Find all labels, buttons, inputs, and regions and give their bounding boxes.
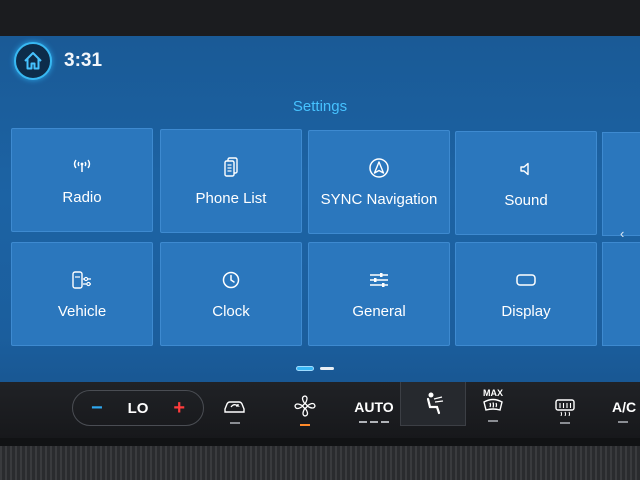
tile-sound[interactable]: Sound (455, 131, 597, 235)
tile-phone-list[interactable]: Phone List (160, 129, 302, 233)
car-recirculation-icon (224, 401, 245, 413)
tile-radio[interactable]: Radio (11, 128, 153, 232)
rear-defrost-button[interactable] (550, 388, 580, 432)
rear-defrost-icon (555, 399, 575, 416)
tile-label: General (352, 302, 406, 320)
tile-label: SYNC Navigation (320, 190, 438, 208)
fan-indicator (300, 424, 310, 426)
display-icon (516, 273, 536, 286)
page-dot[interactable] (320, 367, 334, 370)
max-defrost-button[interactable]: MAX (478, 388, 508, 432)
temp-increase-button[interactable]: + (173, 397, 185, 420)
clock-icon (222, 271, 240, 288)
seat-airflow-icon (426, 392, 444, 415)
clock-time: 3:31 (64, 50, 103, 71)
sliders-icon (370, 272, 388, 287)
radio-antenna-icon (73, 159, 91, 172)
recirculation-indicator (230, 422, 240, 424)
navigation-arrow-icon (369, 157, 389, 178)
ac-button[interactable]: A/C (612, 388, 640, 432)
climate-control-bar: − LO + AUTO MAX A/C (0, 382, 640, 438)
infotainment-screen: 3:31 Settings Radio Phone List SYNC Navi… (0, 36, 640, 438)
fan-button[interactable] (290, 388, 320, 432)
ac-indicator (618, 421, 628, 423)
page-dot-active[interactable] (296, 366, 314, 371)
ac-label: A/C (612, 399, 637, 415)
max-defrost-label: MAX (483, 388, 503, 398)
tile-general[interactable]: General (308, 242, 450, 346)
home-button[interactable] (14, 42, 52, 80)
tile-label: Phone List (195, 189, 267, 207)
screen-bezel-top (0, 0, 640, 36)
temperature-control: − LO + (72, 390, 204, 426)
phone-list-icon (224, 156, 238, 177)
tile-label: Display (501, 302, 551, 320)
tile-clock[interactable]: Clock (160, 242, 302, 346)
auto-indicator (359, 421, 389, 423)
auto-climate-button[interactable]: AUTO (352, 388, 396, 432)
temperature-value: LO (127, 399, 149, 417)
tile-display[interactable]: Display (455, 242, 597, 346)
page-indicator (296, 366, 334, 371)
scroll-left-chevron-icon[interactable]: ‹ (620, 226, 624, 241)
temp-decrease-button[interactable]: − (91, 397, 103, 420)
tile-label: Clock (212, 302, 250, 320)
tile-next-page-peek[interactable] (602, 132, 640, 236)
max-defrost-indicator (488, 420, 498, 422)
front-defrost-icon (483, 398, 503, 411)
tile-next-page-peek[interactable] (602, 242, 640, 346)
tile-label: Radio (62, 188, 102, 206)
auto-label: AUTO (354, 399, 394, 415)
page-title: Settings (292, 98, 348, 115)
tile-label: Vehicle (57, 302, 107, 320)
dashboard-trim (0, 438, 640, 480)
rear-defrost-indicator (560, 422, 570, 424)
recirculation-button[interactable] (220, 388, 250, 432)
tile-vehicle[interactable]: Vehicle (11, 242, 153, 346)
tile-label: Sound (504, 191, 548, 209)
vehicle-settings-icon (72, 270, 91, 289)
speaker-icon (520, 162, 529, 175)
seat-climate-button[interactable] (418, 388, 448, 432)
home-icon (24, 52, 42, 70)
fan-icon (294, 395, 316, 417)
tile-sync-navigation[interactable]: SYNC Navigation (308, 130, 450, 234)
